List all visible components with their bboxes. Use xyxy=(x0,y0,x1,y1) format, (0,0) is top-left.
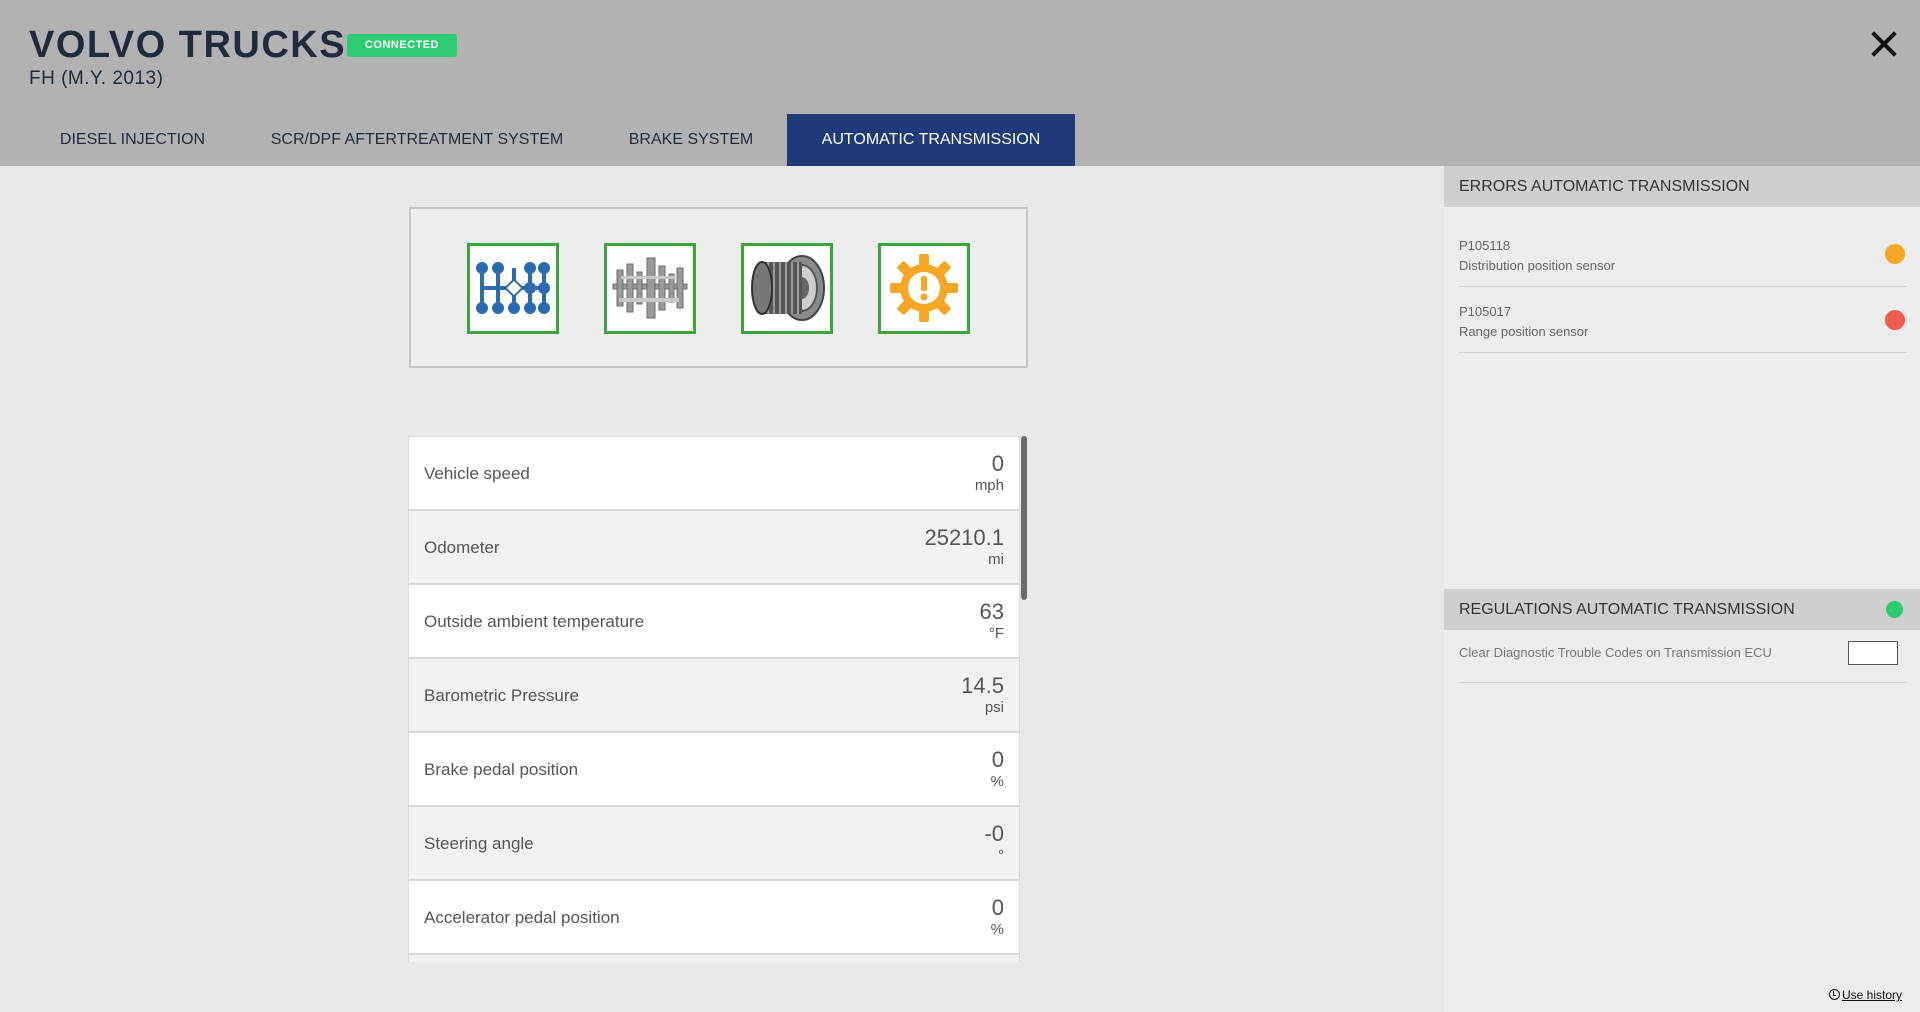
param-label: Accelerator pedal position xyxy=(424,908,620,927)
param-unit: % xyxy=(990,773,1004,790)
table-row: Barometric Pressure 14.5 psi xyxy=(408,658,1020,732)
param-value: 25210.1 xyxy=(924,525,1004,550)
param-value: 63 xyxy=(979,599,1004,624)
table-row xyxy=(408,954,1020,962)
param-label: Brake pedal position xyxy=(424,760,579,779)
table-row: Steering angle -0 ° xyxy=(408,806,1020,880)
param-unit: mph xyxy=(974,477,1004,494)
close-icon[interactable] xyxy=(1866,26,1902,62)
regulations-status-indicator xyxy=(1886,601,1903,618)
error-code: P105017 xyxy=(1459,304,1512,319)
error-item[interactable]: P105017 Range position sensor xyxy=(1459,287,1907,353)
tab-automatic-transmission[interactable]: AUTOMATIC TRANSMISSION xyxy=(787,114,1075,166)
table-scrollbar[interactable] xyxy=(1021,436,1027,600)
use-history-label: Use history xyxy=(1842,988,1903,1002)
warning-gear-icon[interactable] xyxy=(878,243,970,334)
gear-shift-pattern-icon[interactable] xyxy=(467,243,559,334)
component-icon-panel xyxy=(409,207,1028,368)
param-unit: ° xyxy=(998,847,1004,864)
param-value: 0 xyxy=(991,895,1004,920)
table-row: Outside ambient temperature 63 °F xyxy=(408,584,1020,658)
header-bar: VOLVO TRUCKS FH (M.Y. 2013) CONNECTED DI… xyxy=(0,0,1920,166)
errors-section-header: ERRORS AUTOMATIC TRANSMISSION xyxy=(1444,166,1920,207)
regulation-label: Clear Diagnostic Trouble Codes on Transm… xyxy=(1459,645,1772,660)
param-unit: psi xyxy=(984,699,1004,716)
errors-section-title: ERRORS AUTOMATIC TRANSMISSION xyxy=(1459,178,1750,195)
error-description: Distribution position sensor xyxy=(1459,258,1616,273)
clock-icon xyxy=(1829,989,1840,1000)
brand-title: VOLVO TRUCKS xyxy=(29,24,347,66)
parameter-table: Vehicle speed 0 mph Odometer 25210.1 mi … xyxy=(408,436,1030,962)
param-label: Outside ambient temperature xyxy=(424,612,645,631)
error-description: Range position sensor xyxy=(1459,324,1589,339)
param-value: -0 xyxy=(984,821,1004,846)
param-label: Steering angle xyxy=(424,834,534,853)
tab-diesel-injection[interactable]: DIESEL INJECTION xyxy=(30,114,235,166)
param-unit: % xyxy=(990,921,1004,938)
gearbox-internals-icon[interactable] xyxy=(604,243,696,334)
vehicle-model: FH (M.Y. 2013) xyxy=(29,68,164,89)
param-label: Barometric Pressure xyxy=(424,686,579,705)
clutch-drum-icon[interactable] xyxy=(741,243,833,334)
error-item[interactable]: P105118 Distribution position sensor xyxy=(1459,221,1907,287)
error-code: P105118 xyxy=(1459,238,1511,253)
param-value: 0 xyxy=(991,747,1004,772)
run-regulation-button[interactable] xyxy=(1848,641,1898,665)
table-row: Vehicle speed 0 mph xyxy=(408,436,1020,510)
use-history-link[interactable]: Use history xyxy=(1829,988,1902,1002)
param-label: Odometer xyxy=(424,538,500,557)
param-value: 0 xyxy=(991,451,1004,476)
table-row: Brake pedal position 0 % xyxy=(408,732,1020,806)
param-value: 14.5 xyxy=(961,673,1004,698)
param-label: Vehicle speed xyxy=(424,464,530,483)
tab-scr-dpf-aftertreatment[interactable]: SCR/DPF AFTERTREATMENT SYSTEM xyxy=(262,114,572,166)
param-unit: °F xyxy=(988,625,1004,642)
tab-brake-system[interactable]: BRAKE SYSTEM xyxy=(605,114,777,166)
regulation-item: Clear Diagnostic Trouble Codes on Transm… xyxy=(1459,623,1907,683)
connection-status-badge: CONNECTED xyxy=(347,34,457,57)
table-row: Odometer 25210.1 mi xyxy=(408,510,1020,584)
table-row: Accelerator pedal position 0 % xyxy=(408,880,1020,954)
error-severity-indicator xyxy=(1885,310,1905,330)
param-unit: mi xyxy=(988,551,1004,568)
right-panel: ERRORS AUTOMATIC TRANSMISSION P105118 Di… xyxy=(1444,166,1920,1012)
error-severity-indicator xyxy=(1885,244,1905,264)
